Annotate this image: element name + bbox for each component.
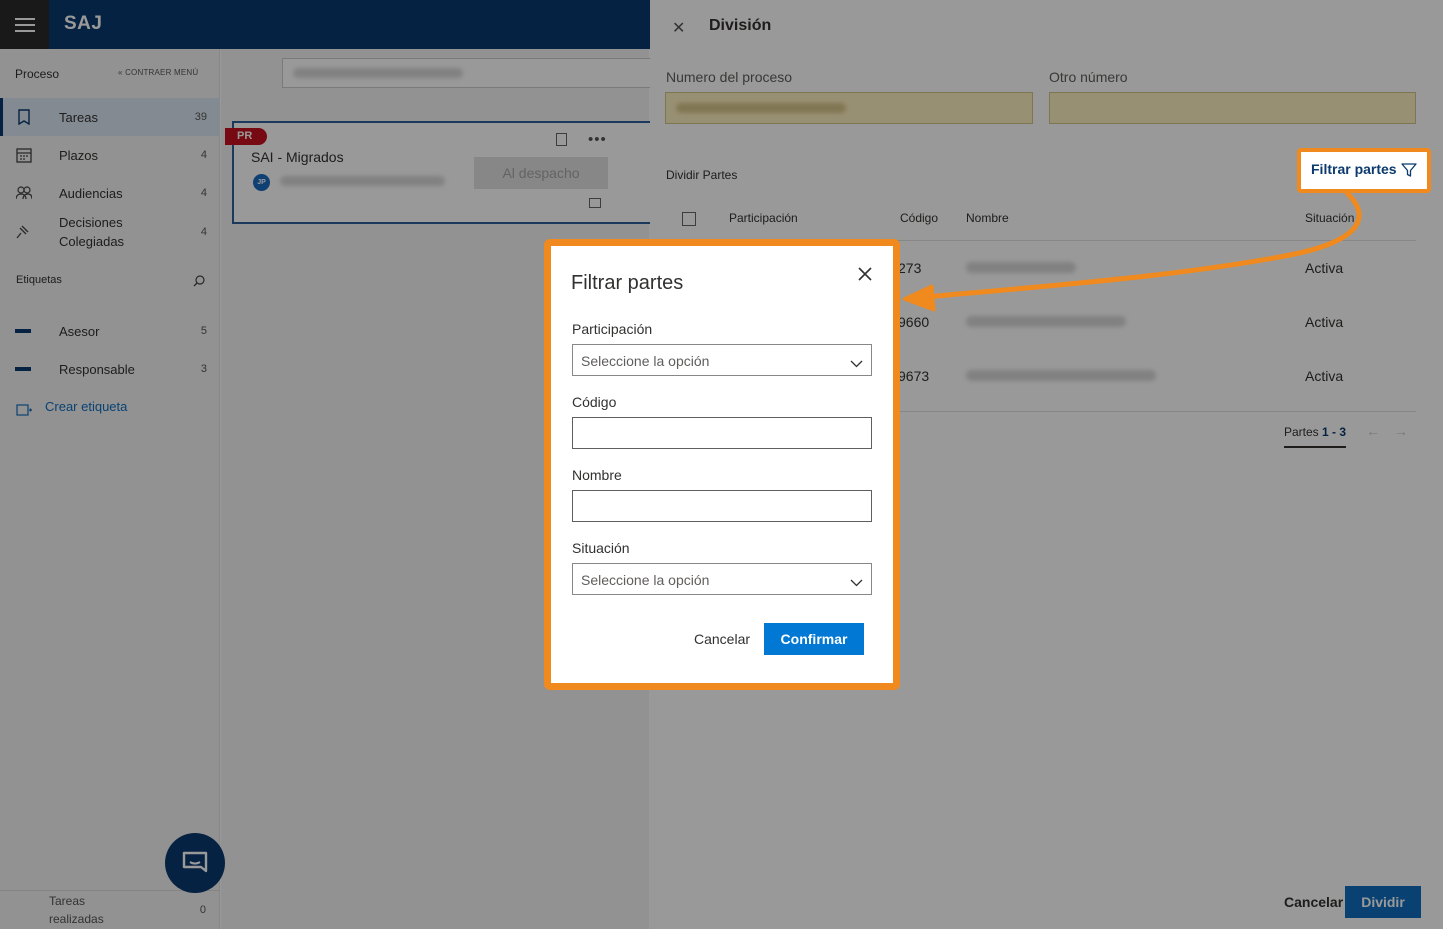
participacion-label: Participación <box>572 321 653 337</box>
filter-icon[interactable] <box>1401 162 1417 183</box>
dialog-title: Filtrar partes <box>571 272 684 294</box>
filter-parts-link[interactable]: Filtrar partes <box>1311 161 1397 177</box>
dialog-confirm-button[interactable]: Confirmar <box>764 623 864 655</box>
situacion-label: Situación <box>572 540 630 556</box>
situacion-placeholder: Seleccione la opción <box>581 572 710 588</box>
participacion-select[interactable]: Seleccione la opción <box>572 344 872 376</box>
chevron-down-icon <box>850 355 863 373</box>
close-dialog-icon[interactable] <box>855 264 875 284</box>
situacion-select[interactable]: Seleccione la opción <box>572 563 872 595</box>
nombre-input[interactable] <box>572 490 872 522</box>
codigo-input[interactable] <box>572 417 872 449</box>
chevron-down-icon <box>850 574 863 592</box>
participacion-placeholder: Seleccione la opción <box>581 353 710 369</box>
codigo-label: Código <box>572 394 617 410</box>
nombre-label: Nombre <box>572 467 622 483</box>
dialog-cancel-button[interactable]: Cancelar <box>694 631 750 647</box>
